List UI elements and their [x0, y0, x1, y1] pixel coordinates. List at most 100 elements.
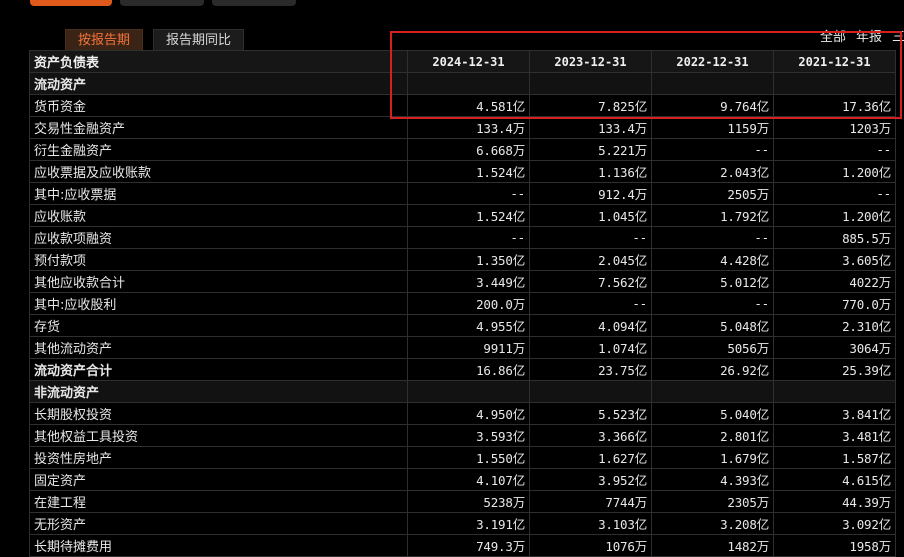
- value-cell: 3.208亿: [651, 512, 774, 535]
- table-row[interactable]: 长期待摊费用 749.3万 1076万 1482万 1958万: [29, 534, 896, 557]
- value-cell: 5.040亿: [651, 402, 774, 425]
- table-row[interactable]: 应收票据及应收账款 1.524亿 1.136亿 2.043亿 1.200亿: [29, 160, 896, 183]
- table-body: 流动资产 货币资金 4.581亿 7.825亿 9.764亿 17.36亿 交易性金融资产 1…: [29, 72, 896, 557]
- total-row[interactable]: 流动资产合计 16.86亿 23.75亿 26.92亿 25.39亿: [29, 358, 896, 381]
- value-cell: 16.86亿: [407, 358, 530, 381]
- value-cell: 3.952亿: [529, 468, 652, 491]
- top-tab-stub-active[interactable]: [30, 0, 112, 6]
- value-cell: 5.012亿: [651, 270, 774, 293]
- value-cell: 2.801亿: [651, 424, 774, 447]
- value-cell: 770.0万: [773, 292, 896, 315]
- tab-by-report-period[interactable]: 按报告期: [65, 29, 144, 50]
- value-cell: 5.523亿: [529, 402, 652, 425]
- filter-annual[interactable]: 年报: [856, 26, 882, 45]
- table-row[interactable]: 其他应收款合计 3.449亿 7.562亿 5.012亿 4022万: [29, 270, 896, 293]
- value-cell: 23.75亿: [529, 358, 652, 381]
- table-row[interactable]: 其他权益工具投资 3.593亿 3.366亿 2.801亿 3.481亿: [29, 424, 896, 447]
- value-cell: 912.4万: [529, 182, 652, 205]
- table-header-row: 资产负债表 2024-12-31 2023-12-31 2022-12-31 2…: [29, 50, 896, 73]
- value-cell: [407, 380, 530, 403]
- value-cell: 1.136亿: [529, 160, 652, 183]
- value-cell: 3.449亿: [407, 270, 530, 293]
- value-cell: 7744万: [529, 490, 652, 513]
- column-header-date[interactable]: 2023-12-31: [529, 50, 652, 73]
- row-label: 货币资金: [29, 94, 408, 117]
- value-cell: [529, 72, 652, 95]
- table-row[interactable]: 其中:应收票据 -- 912.4万 2505万 --: [29, 182, 896, 205]
- row-label: 应收票据及应收账款: [29, 160, 408, 183]
- value-cell: 5.048亿: [651, 314, 774, 337]
- table-row[interactable]: 衍生金融资产 6.668万 5.221万 -- --: [29, 138, 896, 161]
- value-cell: 3.481亿: [773, 424, 896, 447]
- value-cell: 1.074亿: [529, 336, 652, 359]
- value-cell: 885.5万: [773, 226, 896, 249]
- value-cell: 26.92亿: [651, 358, 774, 381]
- table-row[interactable]: 应收账款 1.524亿 1.045亿 1.792亿 1.200亿: [29, 204, 896, 227]
- table-row[interactable]: 其中:应收股利 200.0万 -- -- 770.0万: [29, 292, 896, 315]
- value-cell: 1482万: [651, 534, 774, 557]
- value-cell: 9911万: [407, 336, 530, 359]
- value-cell: --: [407, 226, 530, 249]
- value-cell: 1.200亿: [773, 160, 896, 183]
- table-title: 资产负债表: [29, 50, 408, 73]
- top-tab-stub[interactable]: [212, 0, 296, 6]
- row-label: 交易性金融资产: [29, 116, 408, 139]
- top-tab-stub[interactable]: [120, 0, 204, 6]
- value-cell: 3.605亿: [773, 248, 896, 271]
- row-label: 固定资产: [29, 468, 408, 491]
- table-row[interactable]: 固定资产 4.107亿 3.952亿 4.393亿 4.615亿: [29, 468, 896, 491]
- table-row[interactable]: 投资性房地产 1.550亿 1.627亿 1.679亿 1.587亿: [29, 446, 896, 469]
- value-cell: --: [407, 182, 530, 205]
- value-cell: 1958万: [773, 534, 896, 557]
- table-row[interactable]: 存货 4.955亿 4.094亿 5.048亿 2.310亿: [29, 314, 896, 337]
- value-cell: 1.587亿: [773, 446, 896, 469]
- value-cell: 9.764亿: [651, 94, 774, 117]
- value-cell: 3.366亿: [529, 424, 652, 447]
- value-cell: --: [773, 182, 896, 205]
- row-label: 应收账款: [29, 204, 408, 227]
- value-cell: 4.955亿: [407, 314, 530, 337]
- value-cell: 3064万: [773, 336, 896, 359]
- value-cell: 1.350亿: [407, 248, 530, 271]
- value-cell: --: [773, 138, 896, 161]
- tab-report-period-yoy[interactable]: 报告期同比: [153, 29, 245, 50]
- column-header-date[interactable]: 2022-12-31: [651, 50, 774, 73]
- value-cell: 2305万: [651, 490, 774, 513]
- column-header-date[interactable]: 2021-12-31: [773, 50, 896, 73]
- value-cell: 1.524亿: [407, 204, 530, 227]
- column-header-date[interactable]: 2024-12-31: [407, 50, 530, 73]
- value-cell: 3.092亿: [773, 512, 896, 535]
- value-cell: --: [651, 292, 774, 315]
- value-cell: 5.221万: [529, 138, 652, 161]
- value-cell: 17.36亿: [773, 94, 896, 117]
- table-row[interactable]: 其他流动资产 9911万 1.074亿 5056万 3064万: [29, 336, 896, 359]
- table-row[interactable]: 应收款项融资 -- -- -- 885.5万: [29, 226, 896, 249]
- value-cell: 1.792亿: [651, 204, 774, 227]
- table-row[interactable]: 交易性金融资产 133.4万 133.4万 1159万 1203万: [29, 116, 896, 139]
- table-row[interactable]: 货币资金 4.581亿 7.825亿 9.764亿 17.36亿: [29, 94, 896, 117]
- table-row[interactable]: 预付款项 1.350亿 2.045亿 4.428亿 3.605亿: [29, 248, 896, 271]
- row-label: 存货: [29, 314, 408, 337]
- value-cell: 3.191亿: [407, 512, 530, 535]
- value-cell: [651, 72, 774, 95]
- value-cell: --: [529, 226, 652, 249]
- value-cell: 7.562亿: [529, 270, 652, 293]
- value-cell: 3.841亿: [773, 402, 896, 425]
- value-cell: 4.581亿: [407, 94, 530, 117]
- section-row[interactable]: 非流动资产: [29, 380, 896, 403]
- row-label: 非流动资产: [29, 380, 408, 403]
- section-row[interactable]: 流动资产: [29, 72, 896, 95]
- filter-q3[interactable]: 三季: [892, 26, 904, 45]
- value-cell: 133.4万: [529, 116, 652, 139]
- row-label: 其中:应收票据: [29, 182, 408, 205]
- table-row[interactable]: 无形资产 3.191亿 3.103亿 3.208亿 3.092亿: [29, 512, 896, 535]
- value-cell: 1203万: [773, 116, 896, 139]
- table-row[interactable]: 长期股权投资 4.950亿 5.523亿 5.040亿 3.841亿: [29, 402, 896, 425]
- value-cell: 133.4万: [407, 116, 530, 139]
- value-cell: 2.043亿: [651, 160, 774, 183]
- filter-all[interactable]: 全部: [820, 26, 846, 45]
- value-cell: 749.3万: [407, 534, 530, 557]
- table-row[interactable]: 在建工程 5238万 7744万 2305万 44.39万: [29, 490, 896, 513]
- row-label: 其他流动资产: [29, 336, 408, 359]
- row-label: 流动资产: [29, 72, 408, 95]
